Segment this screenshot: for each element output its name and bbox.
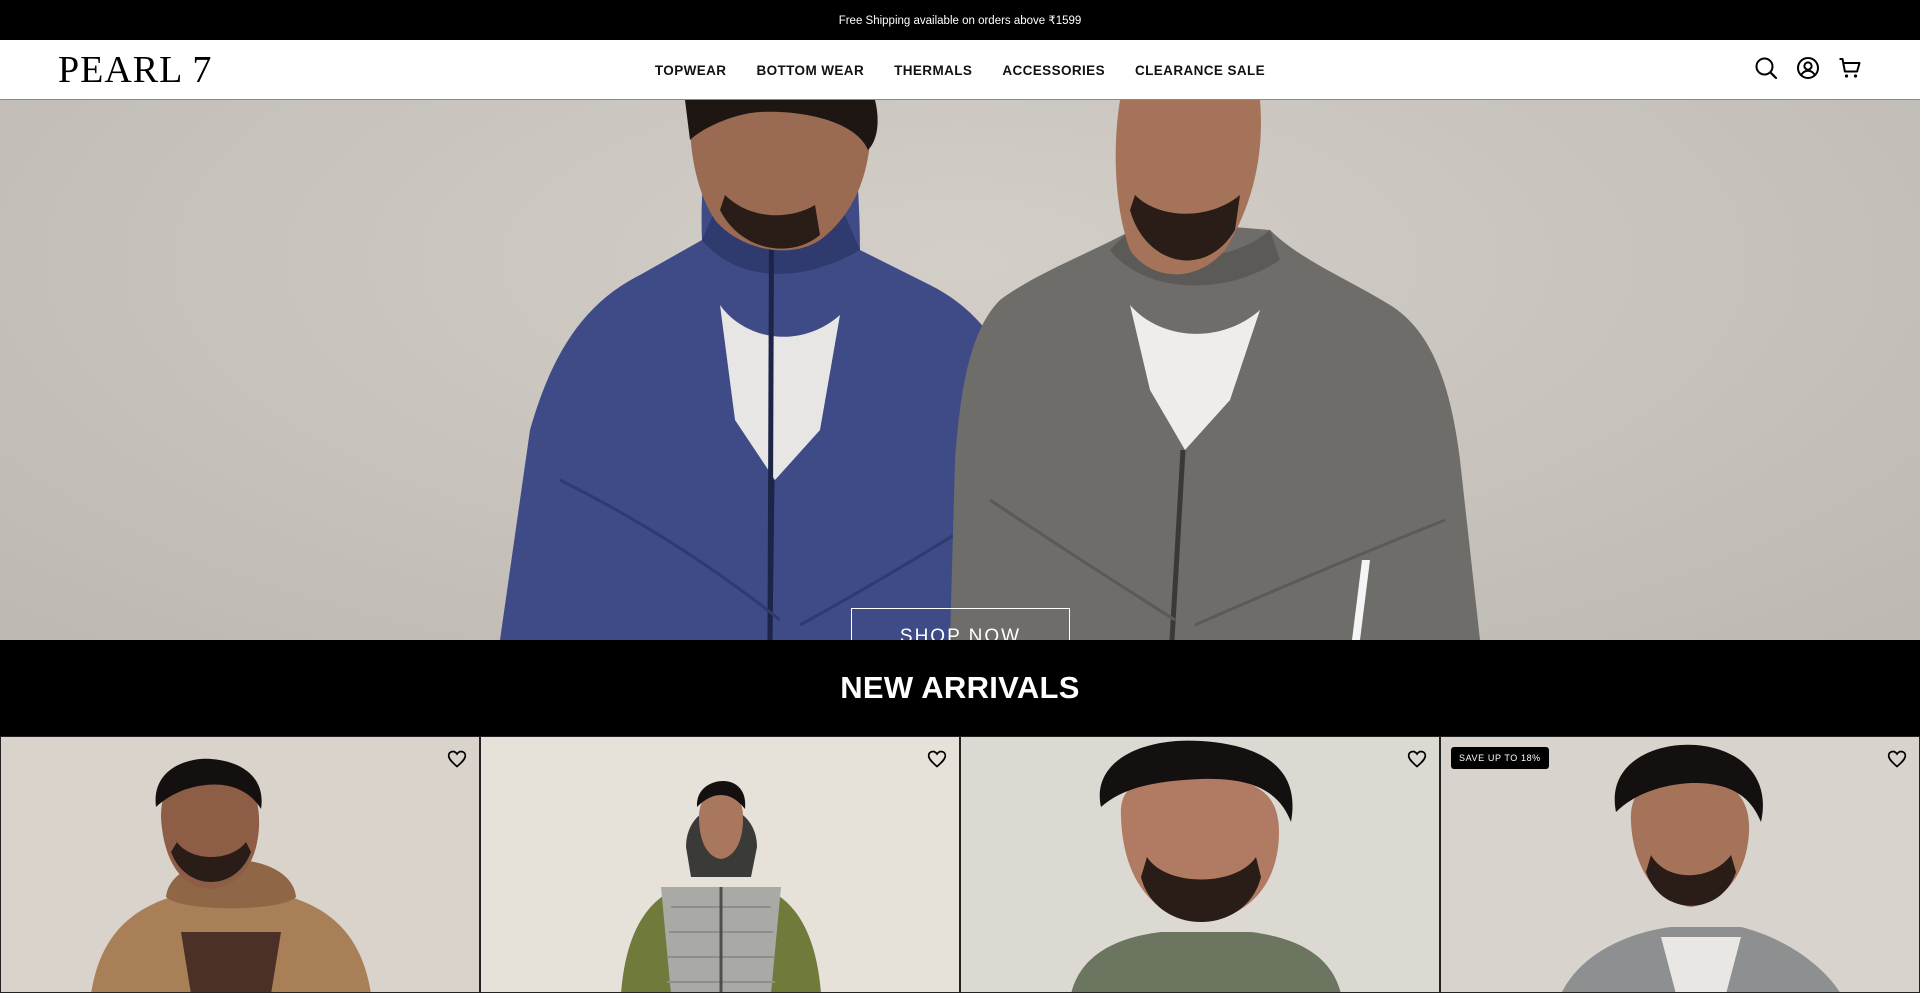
product-image [481,737,959,992]
header-icons [1754,56,1862,80]
cart-icon[interactable] [1838,56,1862,80]
wishlist-heart-icon[interactable] [1405,747,1429,771]
nav-clearance-sale[interactable]: CLEARANCE SALE [1135,63,1265,78]
main-nav: TOPWEAR BOTTOM WEAR THERMALS ACCESSORIES… [0,40,1920,100]
nav-bottom-wear[interactable]: BOTTOM WEAR [756,63,864,78]
site-header: PEARL 7 TOPWEAR BOTTOM WEAR THERMALS ACC… [0,40,1920,100]
product-card[interactable]: SAVE UP TO 18% [1440,736,1920,993]
nav-thermals[interactable]: THERMALS [894,63,972,78]
nav-topwear[interactable]: TOPWEAR [655,63,727,78]
announcement-text: Free Shipping available on orders above … [838,15,1082,27]
product-image [961,737,1439,992]
hero-banner[interactable]: SHOP NOW [0,100,1920,640]
wishlist-heart-icon[interactable] [445,747,469,771]
hero-image [500,100,1480,640]
section-title: NEW ARRIVALS [840,670,1080,705]
nav-accessories[interactable]: ACCESSORIES [1002,63,1105,78]
product-image [1,737,479,992]
product-card[interactable] [960,736,1440,993]
discount-badge: SAVE UP TO 18% [1451,747,1549,769]
product-grid: SAVE UP TO 18% [0,736,1920,993]
shop-now-button[interactable]: SHOP NOW [851,608,1070,640]
search-icon[interactable] [1754,56,1778,80]
announcement-bar: Free Shipping available on orders above … [0,0,1920,40]
new-arrivals-header: NEW ARRIVALS [0,640,1920,736]
wishlist-heart-icon[interactable] [925,747,949,771]
account-icon[interactable] [1796,56,1820,80]
product-image [1441,737,1919,992]
shop-now-label: SHOP NOW [899,626,1022,640]
product-card[interactable] [480,736,960,993]
wishlist-heart-icon[interactable] [1885,747,1909,771]
product-card[interactable] [0,736,480,993]
brand-logo[interactable]: PEARL 7 [58,50,212,90]
